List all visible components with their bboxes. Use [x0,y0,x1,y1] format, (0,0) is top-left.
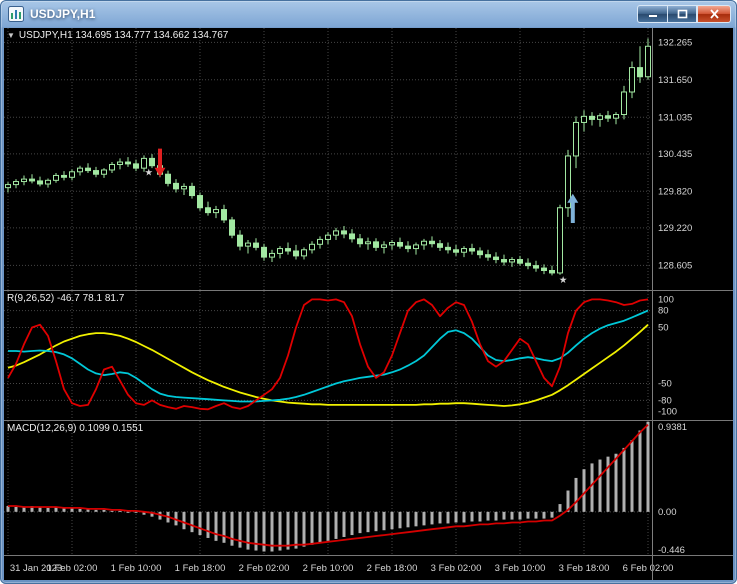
maximize-icon [677,9,687,19]
macd-panel-canvas[interactable]: 0.9381 0.00 -0.446 [4,421,733,555]
scale-label: -100 [658,407,677,418]
window-controls [637,5,731,23]
time-axis-label: 6 Feb 02:00 [623,563,674,574]
maximize-button[interactable] [667,5,697,23]
oscillator-panel-canvas[interactable]: 10080 50 -50 -80-100 [4,291,733,420]
scale-label: 131.035 [658,112,692,123]
scale-label: 80 [658,306,669,317]
scale-label: 0.9381 [658,422,687,433]
oscillator-panel: 100 80 50 -50 -80 -100 R(9,26,52) -46.7 78.1 … [4,291,733,420]
chart-client-area: 132.265 131.650 131.035 130.435 129.820 129.2… [4,28,733,580]
scale-label: 130.435 [658,149,692,160]
time-axis-label: 1 Feb 10:00 [111,563,162,574]
scale-label: -0.446 [658,545,685,555]
time-axis-label: 2 Feb 18:00 [367,563,418,574]
scale-label: -50 [658,379,672,390]
time-axis-label: 2 Feb 02:00 [239,563,290,574]
scale-label: 131.650 [658,75,692,86]
time-axis-label: 1 Feb 02:00 [47,563,98,574]
star-marker-icon[interactable]: ★ [559,275,568,286]
scale-label: -80 [658,395,672,406]
macd-label: MACD(12,26,9) 0.1099 0.1551 [7,423,144,434]
oscillator-label: R(9,26,52) -46.7 78.1 81.7 [7,293,125,304]
minimize-button[interactable] [637,5,667,23]
scale-label: 132.265 [658,37,692,48]
application-window: USDJPY,H1 132.265 131.650 131.035 130.435 12… [0,0,737,584]
scale-label: 50 [658,322,669,333]
close-icon [709,9,719,19]
scale-label: 100 [658,294,674,305]
title-bar[interactable]: USDJPY,H1 [0,0,737,28]
grid-layer [7,28,649,290]
scale-label: 0.00 [658,507,677,518]
time-axis-label: 3 Feb 10:00 [495,563,546,574]
minimize-icon [648,15,657,17]
price-panel-canvas[interactable]: 132.265 131.650 131.035 130.435 129.820 129.2… [4,28,733,290]
app-icon [8,6,24,22]
window-title: USDJPY,H1 [30,7,96,21]
symbol-dropdown-icon[interactable]: ▼ [7,31,15,40]
time-axis-label: 3 Feb 18:00 [559,563,610,574]
histogram-layer [6,421,650,552]
macd-panel: 0.9381 0.00 -0.446 MACD(12,26,9) 0.1099 0.… [4,421,733,555]
scale-label: 129.220 [658,223,692,234]
time-axis[interactable]: 31 Jan 2023 1 Feb 02:00 1 Feb 10:00 1 Feb 1… [4,556,733,580]
arrow-down-marker-icon[interactable] [154,148,166,177]
scale-label: 129.820 [658,186,692,197]
symbol-ohlc-text: USDJPY,H1 134.695 134.777 134.662 134.76… [18,30,229,41]
time-axis-label: 2 Feb 10:00 [303,563,354,574]
price-panel: 132.265 131.650 131.035 130.435 129.820 129.2… [4,28,733,290]
symbol-ohlc-label: ▼ USDJPY,H1 134.695 134.777 134.662 134.… [7,30,228,41]
time-axis-label: 1 Feb 18:00 [175,563,226,574]
star-marker-icon[interactable]: ★ [145,168,154,179]
close-button[interactable] [697,5,731,23]
time-axis-label: 3 Feb 02:00 [431,563,482,574]
time-axis-canvas[interactable]: 31 Jan 20231 Feb 02:00 1 Feb 10:00 1 Feb 1… [4,556,733,580]
scale-label: 128.605 [658,260,692,271]
